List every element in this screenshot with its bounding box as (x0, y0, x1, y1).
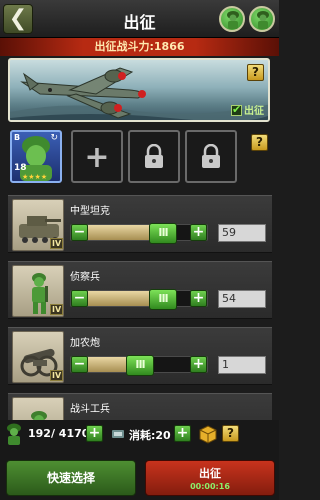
checkbox-icon (231, 103, 242, 116)
commander-level: 18 (14, 163, 27, 173)
add-commander-slot[interactable]: + (71, 130, 123, 183)
engineer-icon (31, 411, 47, 420)
unit-name: 侦察兵 (70, 272, 100, 283)
unit-quantity-field[interactable]: 1 (218, 356, 266, 374)
slider-knob[interactable]: III (126, 355, 154, 376)
increase-button[interactable]: + (190, 290, 207, 307)
soldier-icon (257, 11, 269, 29)
decrease-button[interactable]: − (71, 224, 88, 241)
top-bar: ❮ 出征 (0, 0, 279, 38)
unit-rank-badge: IV (50, 238, 64, 249)
unit-rank-badge: IV (50, 304, 64, 315)
battle-power-banner: 出征战斗力:1866 (0, 38, 279, 56)
quick-select-button[interactable]: 快速选择 (6, 460, 136, 496)
add-troops-button[interactable]: + (86, 425, 103, 442)
hero-help-button[interactable]: ? (247, 64, 264, 81)
slots-help-button[interactable]: ? (251, 134, 268, 151)
unit-rank-badge: IV (50, 370, 64, 381)
deploy-label: 出征 (244, 106, 264, 117)
soldier-icon (227, 11, 239, 29)
commander-badge: B (14, 133, 21, 142)
unit-quantity-field[interactable]: 54 (218, 290, 266, 308)
unit-card: IV 加农炮 − III +1 (8, 327, 272, 385)
add-cost-button[interactable]: + (174, 425, 191, 442)
cost-icon (112, 430, 124, 438)
decrease-button[interactable]: − (71, 356, 88, 373)
refresh-icon[interactable]: ↻ (50, 133, 58, 143)
unit-card: IV 中型坦克 − III +59 (8, 195, 272, 253)
lock-icon (145, 144, 163, 168)
slider-knob[interactable]: III (149, 289, 177, 310)
unit-name: 战斗工兵 (70, 404, 110, 415)
deploy-timer: 00:00:16 (190, 482, 230, 491)
bottom-panel: 192/ 41700 + 消耗:20 + ? 快速选择 出征 00:00:16 (0, 420, 279, 500)
decrease-button[interactable]: − (71, 290, 88, 307)
unit-quantity-field[interactable]: 59 (218, 224, 266, 242)
commander-stars: ★★★★ (22, 173, 48, 181)
locked-slot-2[interactable] (185, 130, 237, 183)
lock-icon (202, 144, 220, 168)
slider-knob[interactable]: III (149, 223, 177, 244)
unit-card: IV战斗工兵 (8, 393, 272, 420)
increase-button[interactable]: + (190, 224, 207, 241)
unit-list[interactable]: IV 中型坦克 − III +59 IV 侦察兵 − III +54 IV 加农炮 − III +1 IV战斗… (8, 195, 272, 420)
deploy-checkbox[interactable]: 出征 (231, 102, 264, 117)
unit-quantity-slider[interactable]: − III + (70, 289, 208, 310)
deploy-button[interactable]: 出征 00:00:16 (145, 460, 275, 496)
deploy-button-label: 出征 (199, 467, 221, 480)
unit-name: 中型坦克 (70, 206, 110, 217)
supply-crate-icon (199, 425, 217, 444)
plus-icon: + (84, 140, 110, 175)
resource-row: 192/ 41700 + 消耗:20 + ? (0, 420, 279, 448)
army-soldier-button-2[interactable] (249, 6, 275, 32)
commander-slot[interactable]: B ↻ 18 ★★★★ (10, 130, 62, 183)
locked-slot-1[interactable] (128, 130, 180, 183)
unit-name: 加农炮 (70, 338, 100, 349)
footer-help-button[interactable]: ? (222, 425, 239, 442)
unit-quantity-slider[interactable]: − III + (70, 355, 208, 376)
cost-label: 消耗:20 (129, 429, 171, 442)
increase-button[interactable]: + (190, 356, 207, 373)
army-soldier-button[interactable] (219, 6, 245, 32)
soldier-icon (7, 423, 21, 445)
unit-quantity-slider[interactable]: − III + (70, 223, 208, 244)
deployment-hero-card[interactable]: ? 出征 (8, 58, 270, 122)
unit-card: IV 侦察兵 − III +54 (8, 261, 272, 319)
unit-image[interactable] (12, 397, 64, 420)
